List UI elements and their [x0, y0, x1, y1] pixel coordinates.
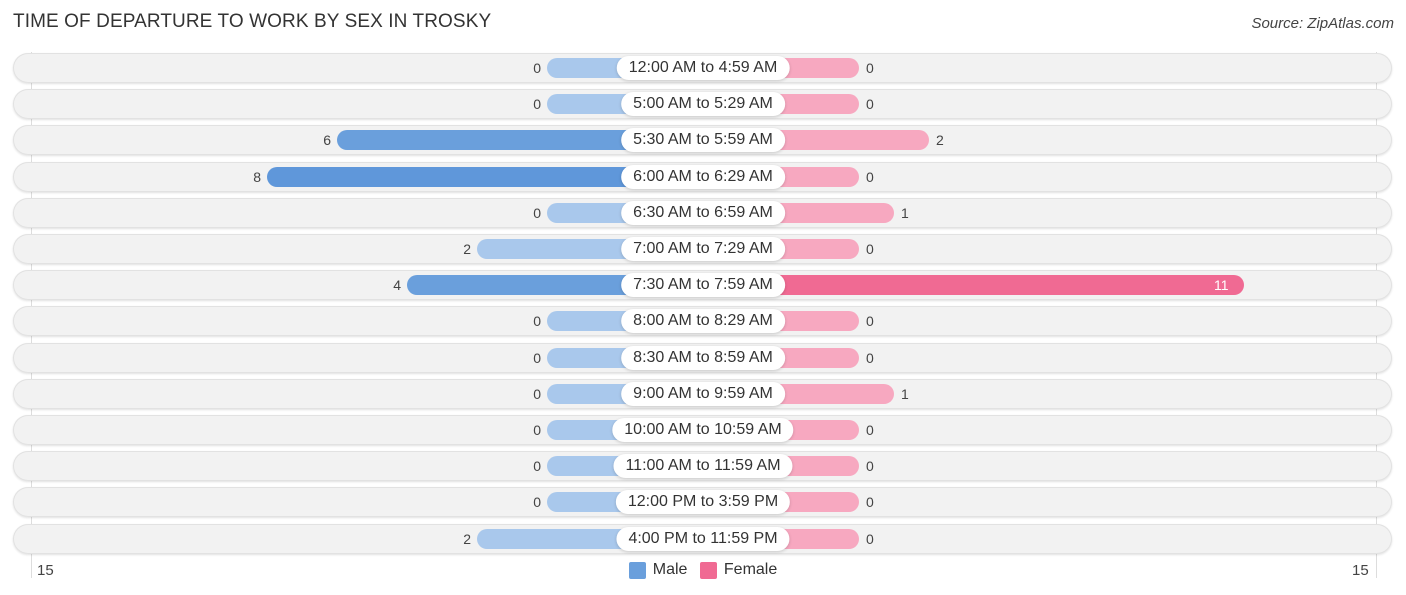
female-value-label: 0 — [866, 60, 874, 76]
legend: Male Female — [0, 561, 1406, 584]
category-label: 8:00 AM to 8:29 AM — [621, 309, 785, 334]
legend-label-female: Female — [723, 561, 778, 578]
category-label: 10:00 AM to 10:59 AM — [612, 418, 794, 442]
male-value-label: 2 — [463, 530, 471, 547]
female-value-label: 0 — [866, 494, 874, 511]
category-label: 4:00 PM to 11:59 PM — [616, 526, 790, 551]
male-value-label: 0 — [533, 349, 541, 366]
male-value-label: 0 — [533, 313, 541, 330]
female-value-label: 11 — [1214, 277, 1229, 294]
category-label: 5:00 AM to 5:29 AM — [621, 92, 785, 117]
category-label: 6:00 AM to 6:29 AM — [621, 164, 785, 189]
male-value-label: 6 — [323, 132, 331, 149]
female-value-label: 2 — [936, 132, 944, 149]
female-swatch-icon — [699, 561, 717, 579]
category-label: 6:30 AM to 6:59 AM — [621, 200, 785, 225]
male-value-label: 0 — [533, 494, 541, 511]
female-value-label: 0 — [866, 241, 874, 257]
female-value-label: 1 — [901, 385, 909, 402]
category-label: 12:00 AM to 4:59 AM — [616, 56, 790, 80]
male-value-label: 0 — [533, 458, 541, 475]
male-value-label: 0 — [533, 385, 541, 402]
female-value-label: 0 — [866, 96, 874, 113]
male-value-label: 0 — [533, 96, 541, 113]
female-value-label: 0 — [866, 530, 874, 547]
category-label: 5:30 AM to 5:59 AM — [621, 128, 785, 153]
male-swatch-icon — [628, 561, 646, 579]
category-label: 9:00 AM to 9:59 AM — [621, 381, 785, 406]
male-value-label: 0 — [533, 422, 541, 438]
category-label: 7:00 AM to 7:29 AM — [621, 237, 785, 261]
category-label: 12:00 PM to 3:59 PM — [615, 490, 791, 515]
male-value-label: 0 — [533, 204, 541, 221]
female-value-label: 1 — [901, 204, 909, 221]
legend-label-male: Male — [652, 561, 688, 578]
legend-item-female[interactable]: Female — [699, 561, 778, 579]
category-label: 7:30 AM to 7:59 AM — [621, 273, 785, 298]
source-label: Source: ZipAtlas.com — [1251, 15, 1394, 32]
male-value-label: 0 — [533, 60, 541, 76]
male-value-label: 2 — [463, 241, 471, 257]
female-value-label: 0 — [866, 422, 874, 438]
female-value-label: 0 — [866, 168, 874, 185]
female-value-label: 0 — [866, 313, 874, 330]
female-value-label: 0 — [866, 349, 874, 366]
category-label: 11:00 AM to 11:59 AM — [613, 454, 793, 479]
male-value-label: 8 — [253, 168, 261, 185]
category-label: 8:30 AM to 8:59 AM — [621, 345, 785, 370]
female-value-label: 0 — [866, 458, 874, 475]
legend-item-male[interactable]: Male — [628, 561, 688, 579]
male-value-label: 4 — [393, 277, 401, 294]
chart-title: TIME OF DEPARTURE TO WORK BY SEX IN TROS… — [13, 11, 492, 32]
